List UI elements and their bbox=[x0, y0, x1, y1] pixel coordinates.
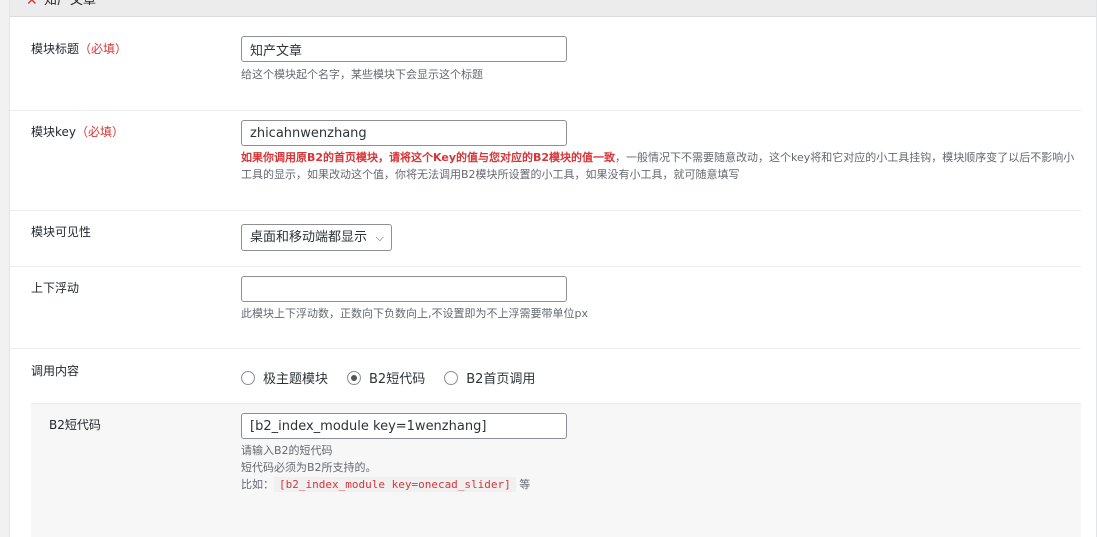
shortcode-input[interactable] bbox=[241, 413, 567, 439]
radio-button[interactable] bbox=[444, 370, 459, 385]
module-title-label: 模块标题（必填） bbox=[31, 42, 128, 56]
module-panel: ✕ 知产文章 – 模块标题（必填） 给这个模块起个名字，某些模块下会显示这个标题… bbox=[9, 0, 1097, 537]
module-key-input[interactable] bbox=[241, 120, 567, 146]
visibility-select[interactable]: 桌面和移动端都显示 ⌵ bbox=[241, 224, 393, 251]
panel-header[interactable]: ✕ 知产文章 – bbox=[10, 0, 1096, 17]
collapse-icon[interactable]: – bbox=[1080, 0, 1086, 6]
module-key-warning: 如果你调用原B2的首页模块，请将这个Key的值与您对应的B2模块的值一致 bbox=[241, 151, 616, 164]
shortcode-desc-line2: 短代码必须为B2所支持的。 bbox=[241, 461, 377, 474]
radio-option-theme-module[interactable]: 极主题模块 bbox=[241, 368, 328, 387]
shortcode-desc: 请输入B2的短代码 短代码必须为B2所支持的。 比如： [b2_index_mod… bbox=[241, 442, 530, 493]
required-mark: （必填） bbox=[76, 125, 125, 139]
visibility-selected-value: 桌面和移动端都显示 bbox=[250, 230, 368, 245]
module-key-label: 模块key（必填） bbox=[31, 125, 125, 139]
shortcode-example-code: [b2_index_module key=onecad_slider] bbox=[274, 477, 516, 492]
float-label: 上下浮动 bbox=[31, 281, 80, 295]
required-mark: （必填） bbox=[79, 42, 128, 56]
field-row-content: 调用内容 极主题模块 B2短代码 B2首页调用 bbox=[10, 348, 1081, 404]
radio-button[interactable] bbox=[241, 370, 255, 385]
module-title-desc: 给这个模块起个名字，某些模块下会显示这个标题 bbox=[241, 68, 483, 81]
shortcode-example: 比如： [b2_index_module key=onecad_slider] 等 bbox=[241, 477, 531, 492]
radio-option-b2-home[interactable]: B2首页调用 bbox=[444, 368, 535, 387]
field-row-module-key: 模块key（必填） 如果你调用原B2的首页模块，请将这个Key的值与您对应的B2… bbox=[10, 110, 1081, 211]
content-label: 调用内容 bbox=[31, 364, 80, 378]
radio-option-b2-shortcode[interactable]: B2短代码 bbox=[347, 368, 425, 387]
field-row-float: 上下浮动 此模块上下浮动数，正数向下负数向上,不设置即为不上浮需要带单位px bbox=[10, 266, 1081, 349]
module-key-desc: 如果你调用原B2的首页模块，请将这个Key的值与您对应的B2模块的值一致，一般情… bbox=[241, 151, 1075, 181]
visibility-label: 模块可见性 bbox=[31, 225, 92, 239]
shortcode-label: B2短代码 bbox=[49, 418, 101, 432]
radio-button-checked[interactable] bbox=[347, 370, 362, 385]
float-input[interactable] bbox=[241, 276, 567, 302]
shortcode-desc-line1: 请输入B2的短代码 bbox=[241, 444, 333, 457]
field-row-visibility: 模块可见性 桌面和移动端都显示 ⌵ bbox=[10, 210, 1081, 267]
field-row-module-title: 模块标题（必填） 给这个模块起个名字，某些模块下会显示这个标题 bbox=[10, 28, 1081, 110]
chevron-down-icon: ⌵ bbox=[375, 231, 385, 244]
close-icon[interactable]: ✕ bbox=[26, 0, 38, 8]
shortcode-subfield: B2短代码 请输入B2的短代码 短代码必须为B2所支持的。 比如：[b2_ind… bbox=[31, 403, 1081, 537]
float-desc: 此模块上下浮动数，正数向下负数向上,不设置即为不上浮需要带单位px bbox=[241, 307, 588, 320]
content-radio-group: 极主题模块 B2短代码 B2首页调用 bbox=[241, 368, 554, 387]
module-title-input[interactable] bbox=[241, 36, 567, 62]
panel-title: 知产文章 bbox=[44, 0, 97, 8]
